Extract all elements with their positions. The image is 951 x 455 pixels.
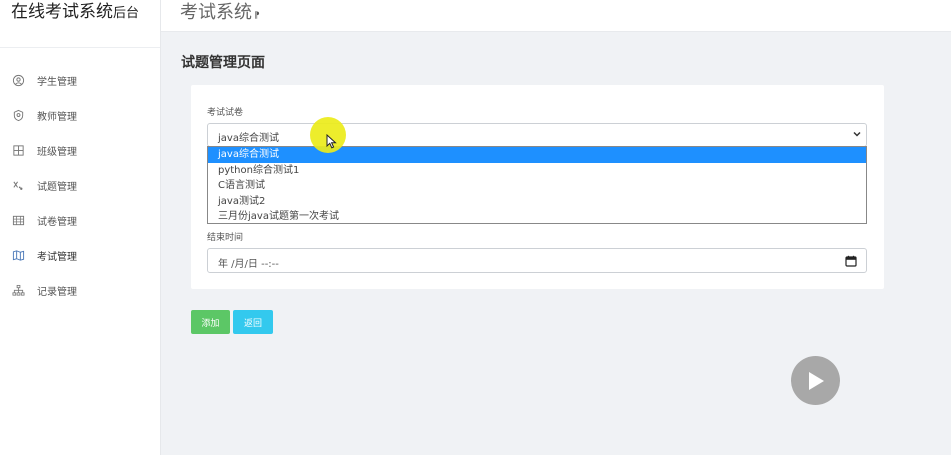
brand-title: 在线考试系统后台 [11, 0, 139, 22]
calendar-icon[interactable] [845, 255, 857, 267]
page-title: 试题管理页面 [181, 55, 265, 71]
sidebar-item-records[interactable]: 记录管理 [0, 273, 160, 308]
mouse-cursor-icon [326, 134, 337, 149]
end-time-placeholder: 年 /月/日 --:-- [218, 259, 279, 270]
brand: 在线考试系统后台 [0, 0, 160, 48]
sitemap-icon [12, 284, 25, 297]
add-button[interactable]: 添加 [191, 310, 230, 334]
exam-paper-select[interactable]: java综合测试 [207, 123, 867, 147]
menu-toggle-icon[interactable]: ⁋ [254, 11, 260, 21]
sidebar: 在线考试系统后台 学生管理 教师管理 班级管理 试题管理 试卷管理 考试管理 记… [0, 0, 161, 455]
sidebar-item-label: 试题管理 [37, 182, 77, 193]
dropdown-option[interactable]: python综合测试1 [208, 163, 866, 179]
sidebar-item-label: 学生管理 [37, 77, 77, 88]
play-button[interactable] [791, 356, 840, 405]
system-title: 考试系统 ⁋ [180, 0, 260, 24]
sidebar-item-label: 记录管理 [37, 287, 77, 298]
dropdown-option[interactable]: C语言测试 [208, 178, 866, 194]
dropdown-option[interactable]: 三月份java试题第一次考试 [208, 209, 866, 225]
end-time-input[interactable]: 年 /月/日 --:-- [207, 248, 867, 273]
sidebar-item-label: 班级管理 [37, 147, 77, 158]
table-icon [12, 214, 25, 227]
exam-paper-dropdown: java综合测试 python综合测试1 C语言测试 java测试2 三月份ja… [207, 146, 867, 224]
grid-icon [12, 144, 25, 157]
sidebar-item-classes[interactable]: 班级管理 [0, 133, 160, 168]
sidebar-item-questions[interactable]: 试题管理 [0, 168, 160, 203]
system-title-text: 考试系统 [180, 2, 252, 23]
sidebar-item-exams[interactable]: 考试管理 [0, 238, 160, 273]
exam-paper-label: 考试试卷 [207, 108, 244, 118]
brand-subtitle: 后台 [113, 6, 140, 21]
sidebar-item-label: 试卷管理 [37, 217, 77, 228]
chevron-down-icon [853, 131, 861, 137]
topbar: 考试系统 ⁋ [161, 0, 951, 32]
user-circle-icon [12, 74, 25, 87]
brand-title-text: 在线考试系统 [11, 2, 113, 22]
dropdown-option[interactable]: java综合测试 [208, 147, 866, 163]
sidebar-item-teachers[interactable]: 教师管理 [0, 98, 160, 133]
end-time-label: 结束时间 [207, 233, 244, 243]
sidebar-item-label: 教师管理 [37, 112, 77, 123]
badge-icon [12, 109, 25, 122]
formula-icon [12, 179, 25, 192]
dropdown-option[interactable]: java测试2 [208, 194, 866, 210]
sidebar-nav: 学生管理 教师管理 班级管理 试题管理 试卷管理 考试管理 记录管理 [0, 63, 160, 308]
sidebar-item-students[interactable]: 学生管理 [0, 63, 160, 98]
map-icon [12, 249, 25, 262]
sidebar-item-label: 考试管理 [37, 252, 77, 263]
play-icon [808, 371, 824, 390]
exam-paper-selected-value: java综合测试 [218, 133, 279, 144]
back-button[interactable]: 返回 [233, 310, 273, 334]
sidebar-item-papers[interactable]: 试卷管理 [0, 203, 160, 238]
form-card: 考试试卷 java综合测试 java综合测试 python综合测试1 C语言测试… [191, 85, 884, 289]
